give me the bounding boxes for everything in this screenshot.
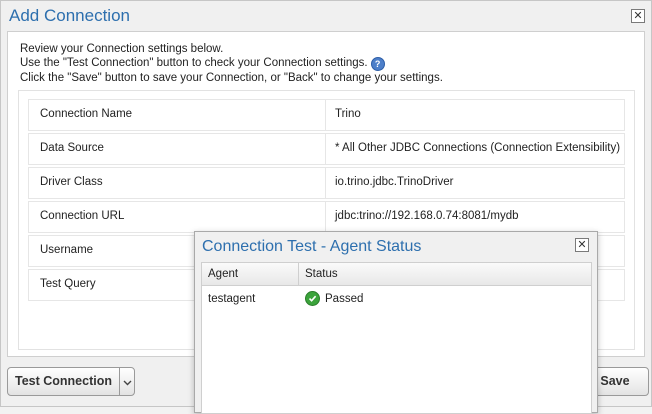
- agent-status-grid: Agent Status testagent Passed: [201, 262, 592, 414]
- check-circle-icon: [305, 291, 320, 306]
- setting-label: Username: [40, 244, 94, 256]
- instructions: Review your Connection settings below. U…: [20, 42, 443, 85]
- setting-row-connection-name: Connection Name Trino: [28, 99, 625, 131]
- status-cell: Passed: [305, 291, 363, 306]
- column-header-status[interactable]: Status: [305, 268, 338, 280]
- instruction-line-1: Review your Connection settings below.: [20, 43, 224, 55]
- setting-value: jdbc:trino://192.168.0.74:8081/mydb: [335, 210, 519, 222]
- dialog-title: Add Connection: [9, 6, 130, 25]
- setting-value: * All Other JDBC Connections (Connection…: [335, 142, 621, 154]
- column-header-agent[interactable]: Agent: [208, 268, 238, 280]
- close-icon[interactable]: ✕: [575, 238, 589, 252]
- instruction-line-3: Click the "Save" button to save your Con…: [20, 72, 443, 84]
- setting-label: Connection Name: [40, 108, 133, 120]
- setting-label: Driver Class: [40, 176, 103, 188]
- agent-cell: testagent: [208, 293, 256, 305]
- grid-header: Agent Status: [202, 263, 591, 286]
- instruction-line-2-text: Use the "Test Connection" button to chec…: [20, 57, 368, 69]
- test-connection-split-button: Test Connection: [7, 367, 135, 396]
- table-row[interactable]: testagent Passed: [202, 286, 591, 312]
- connection-test-dialog: Connection Test - Agent Status ✕ Agent S…: [194, 231, 598, 414]
- status-text: Passed: [325, 292, 364, 305]
- help-icon[interactable]: ?: [370, 57, 385, 71]
- test-connection-dropdown[interactable]: [119, 368, 134, 395]
- setting-label: Test Query: [40, 278, 96, 290]
- setting-row-data-source: Data Source * All Other JDBC Connections…: [28, 133, 625, 165]
- instruction-line-2: Use the "Test Connection" button to chec…: [20, 56, 443, 71]
- close-icon[interactable]: ✕: [631, 9, 645, 23]
- setting-row-driver-class: Driver Class io.trino.jdbc.TrinoDriver: [28, 167, 625, 199]
- setting-row-connection-url: Connection URL jdbc:trino://192.168.0.74…: [28, 201, 625, 233]
- chevron-down-icon: [123, 375, 132, 389]
- test-connection-button[interactable]: Test Connection: [8, 368, 119, 395]
- setting-value: io.trino.jdbc.TrinoDriver: [335, 176, 454, 188]
- setting-label: Data Source: [40, 142, 104, 154]
- setting-value: Trino: [335, 108, 361, 120]
- test-dialog-title: Connection Test - Agent Status: [202, 238, 422, 255]
- setting-label: Connection URL: [40, 210, 125, 222]
